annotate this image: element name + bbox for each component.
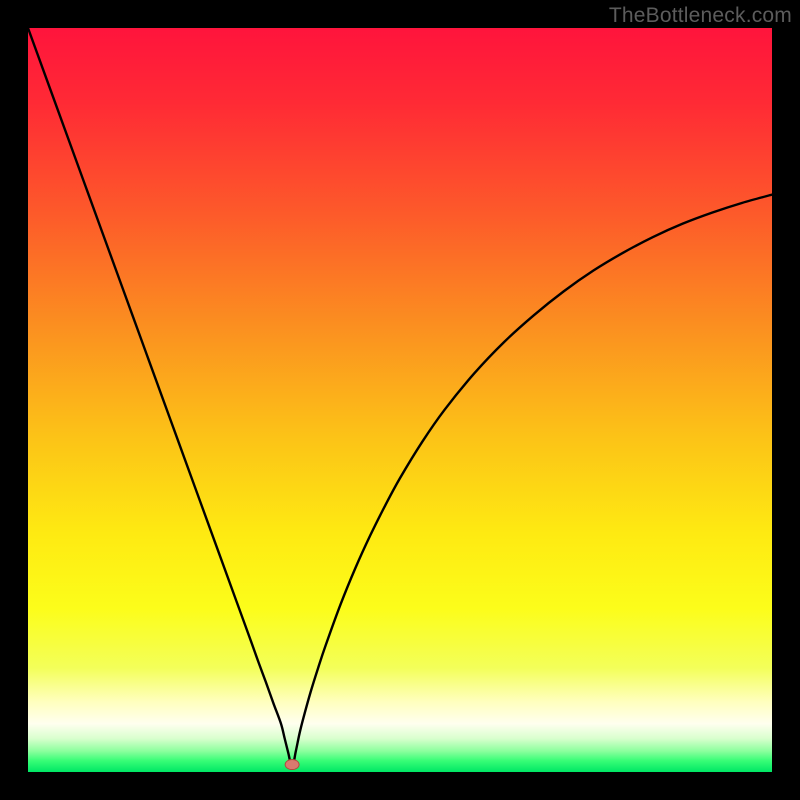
gradient-background — [28, 28, 772, 772]
watermark-text: TheBottleneck.com — [609, 4, 792, 28]
plot-area — [28, 28, 772, 772]
chart-frame: TheBottleneck.com — [0, 0, 800, 800]
plot-svg — [28, 28, 772, 772]
optimum-marker — [285, 760, 299, 770]
